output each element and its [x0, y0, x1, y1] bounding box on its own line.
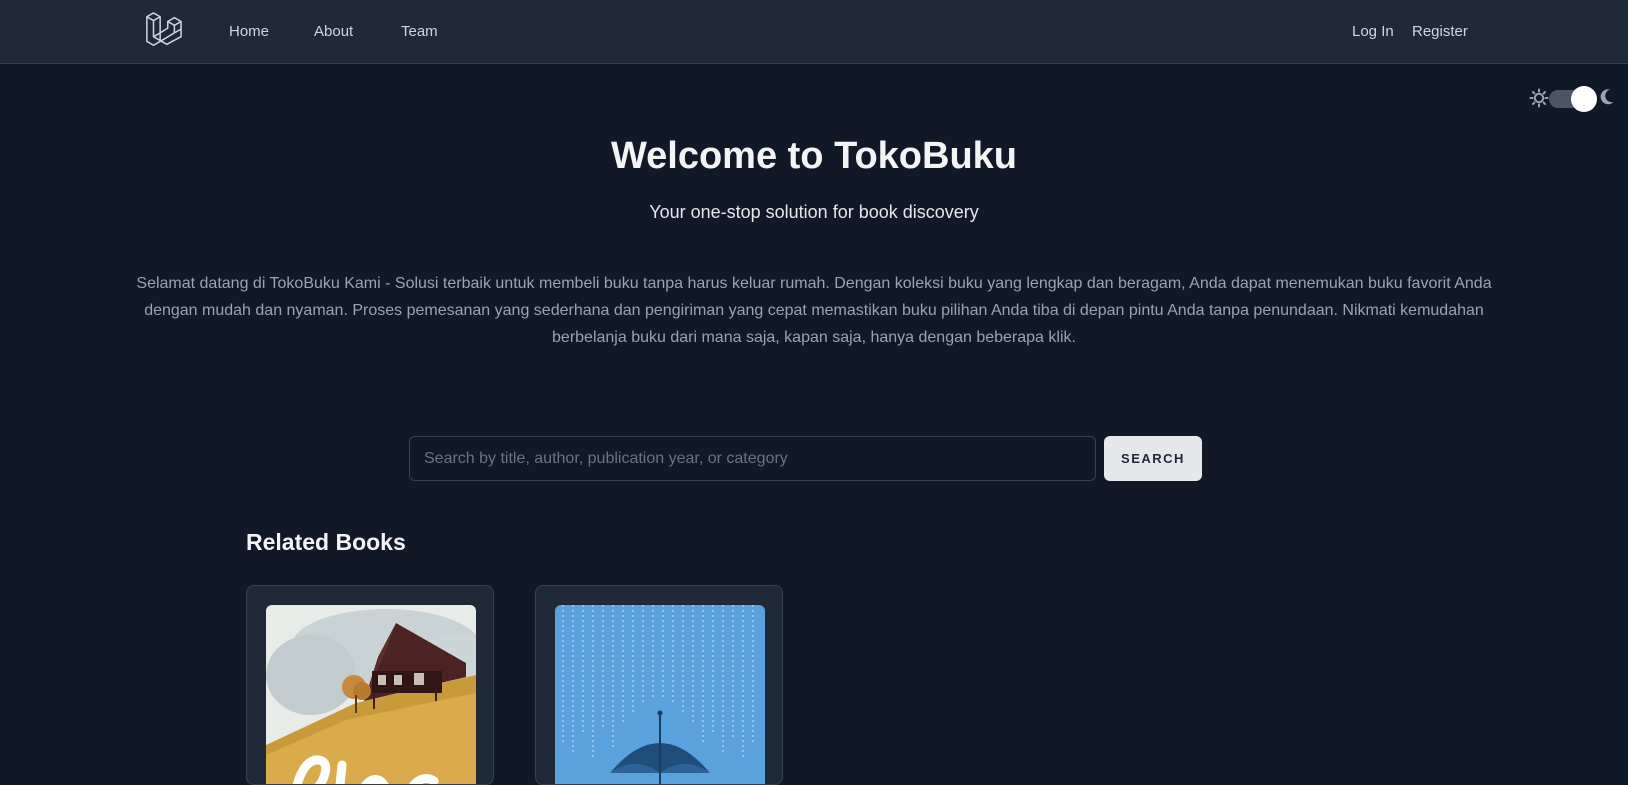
nav-home-link[interactable]: Home	[229, 22, 269, 42]
search-button[interactable]: SEARCH	[1104, 436, 1202, 481]
book-cover-image[interactable]	[266, 605, 476, 785]
welcome-description: Selamat datang di TokoBuku Kami - Solusi…	[136, 275, 1492, 346]
book-card[interactable]	[246, 585, 494, 785]
theme-toggle[interactable]	[1529, 86, 1614, 116]
related-books-heading: Related Books	[246, 529, 406, 555]
laravel-logo-icon[interactable]	[144, 12, 182, 50]
sun-icon	[1529, 88, 1549, 108]
page-title: Welcome to TokoBuku	[610, 135, 1018, 177]
top-navbar: Home About Team Log In Register	[0, 0, 1628, 64]
search-input[interactable]	[409, 436, 1096, 481]
register-link[interactable]: Register	[1412, 22, 1468, 42]
page-subtitle: Your one-stop solution for book discover…	[649, 202, 979, 222]
nav-team-link[interactable]: Team	[401, 22, 438, 42]
book-cover-image[interactable]	[555, 605, 765, 785]
moon-icon	[1600, 89, 1614, 105]
login-link[interactable]: Log In	[1352, 22, 1394, 42]
toggle-knob[interactable]	[1571, 86, 1597, 112]
nav-about-link[interactable]: About	[314, 22, 353, 42]
book-card[interactable]	[535, 585, 783, 785]
